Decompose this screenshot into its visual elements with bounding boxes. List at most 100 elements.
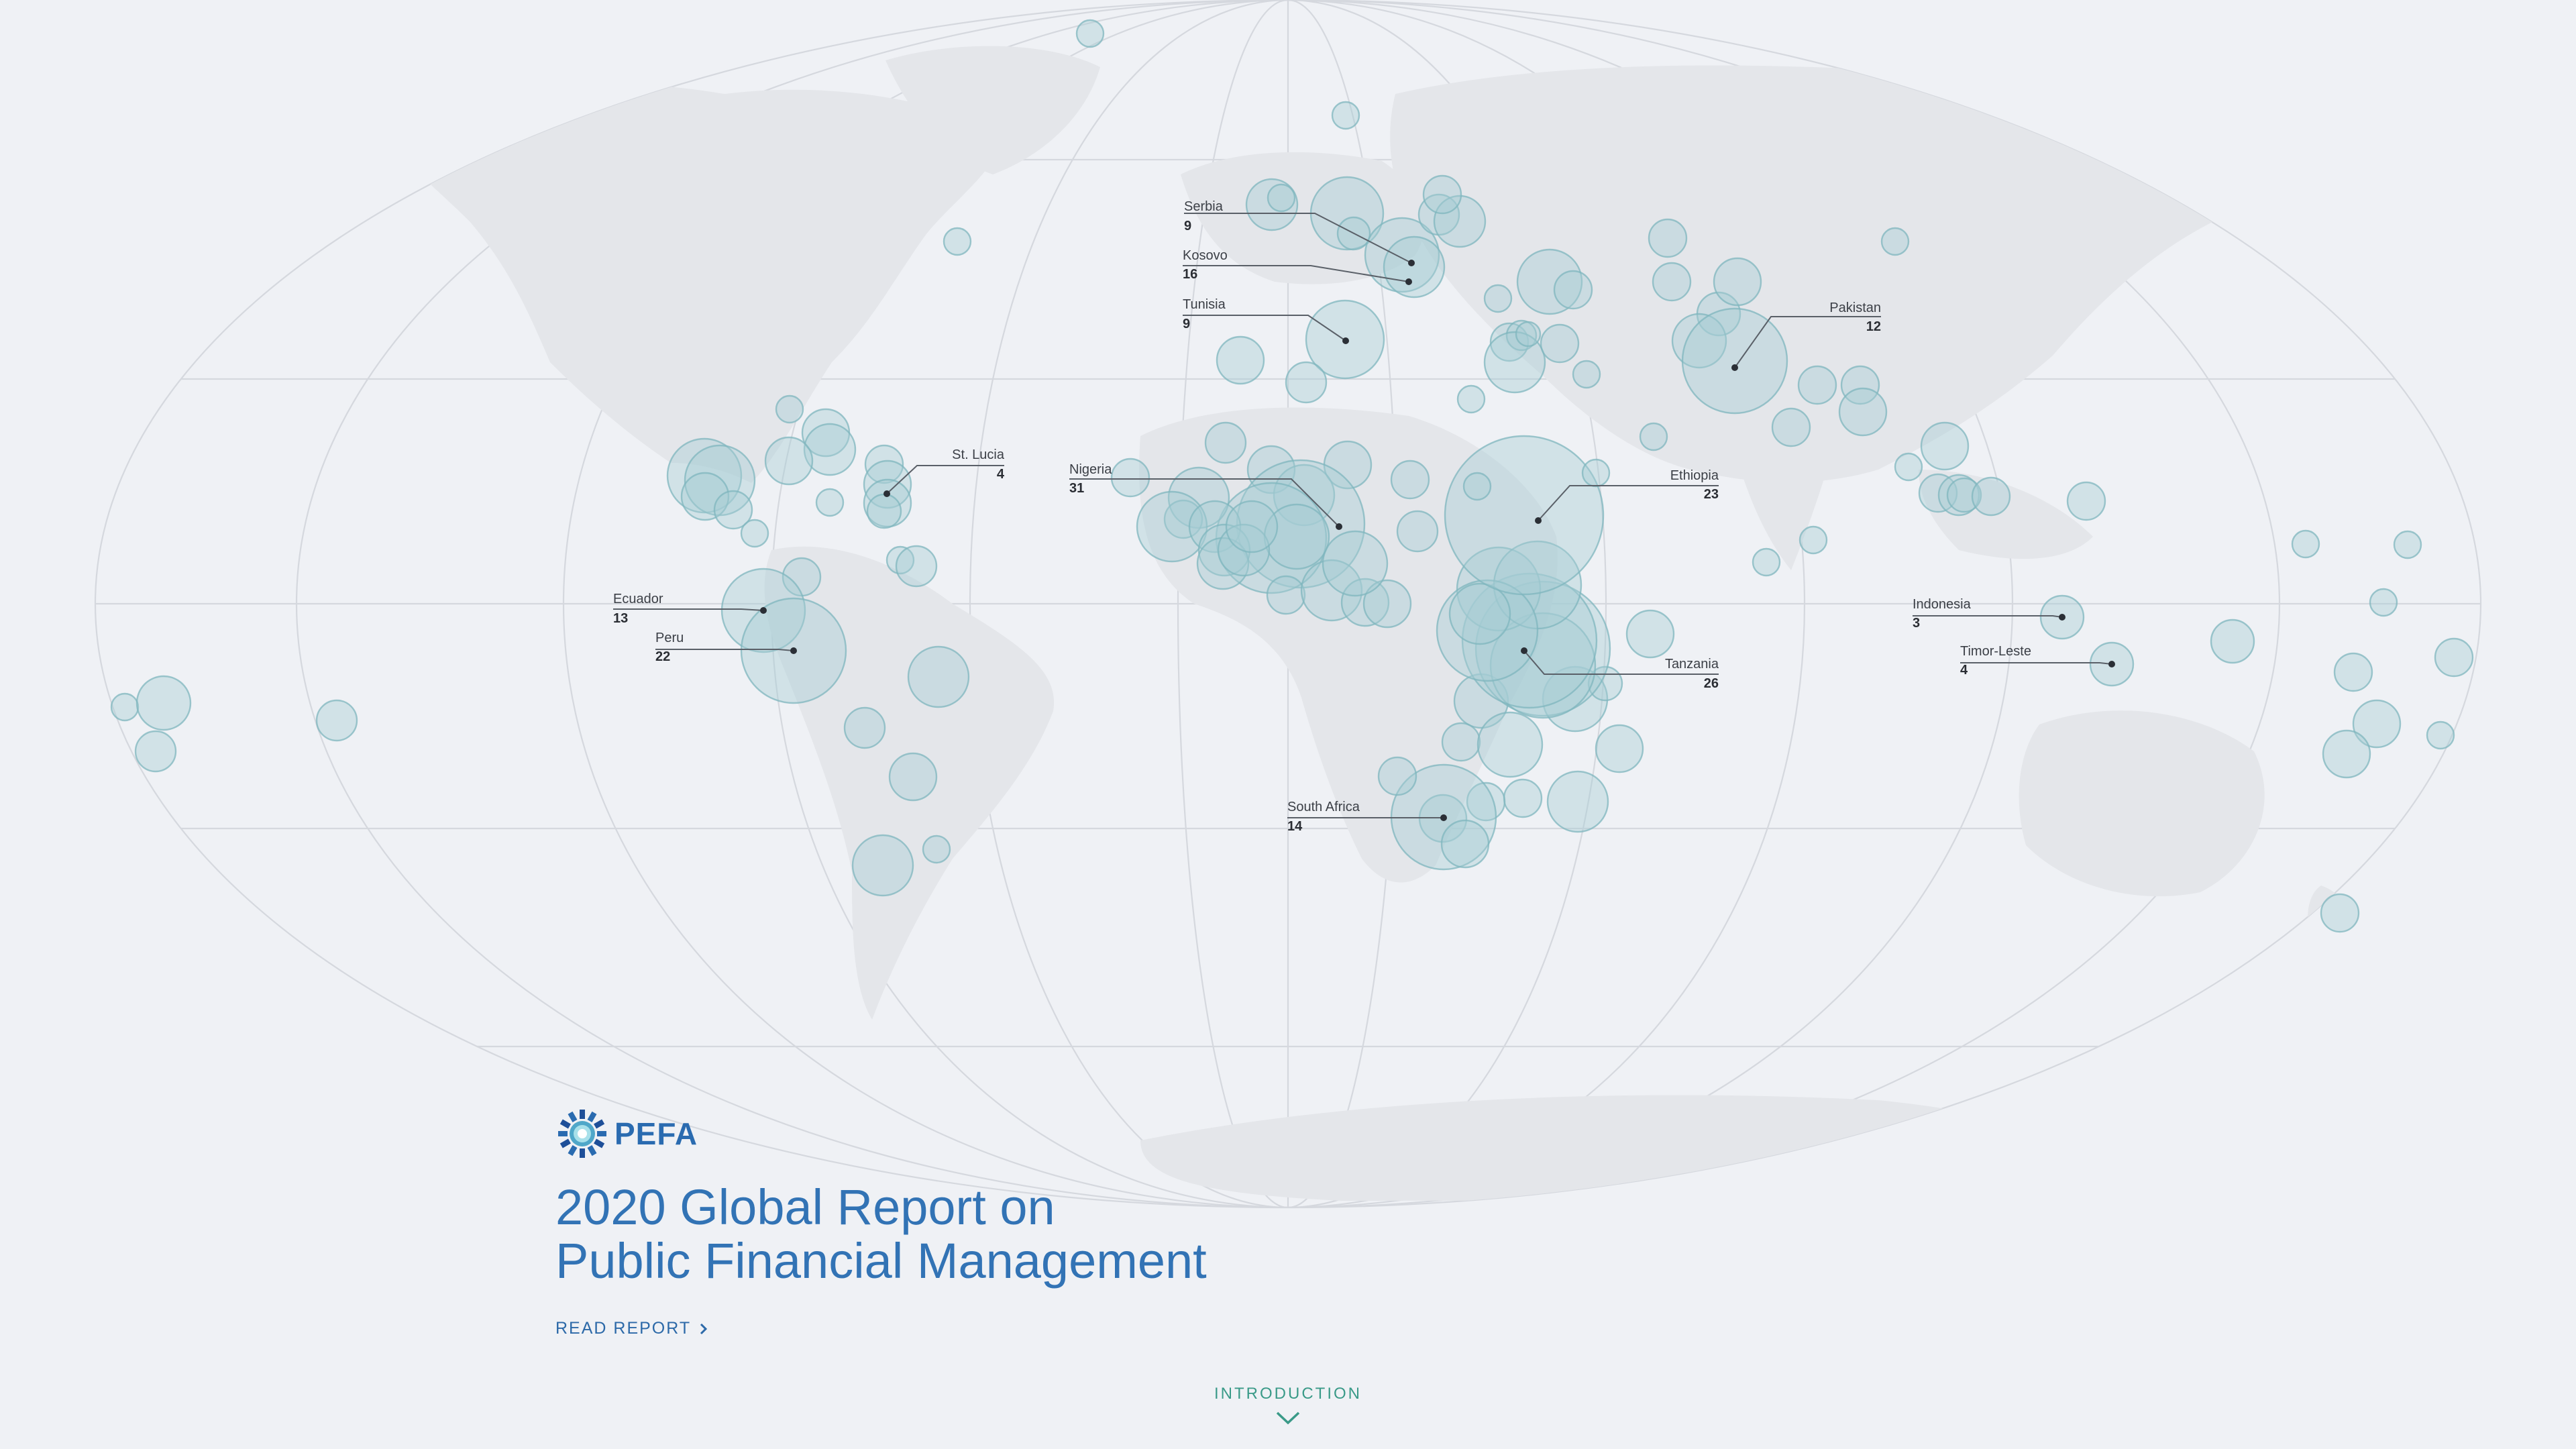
country-bubble[interactable] [1799,525,1828,555]
country-bubble[interactable] [1456,384,1486,414]
country-bubble[interactable] [1920,421,1970,471]
country-value: 31 [1069,481,1084,496]
country-bubble[interactable] [888,752,938,802]
country-name: Kosovo [1183,248,1228,263]
country-bubble[interactable] [1331,101,1360,130]
country-bubble[interactable] [2291,529,2320,559]
introduction-link[interactable]: INTRODUCTION [0,1385,2576,1426]
country-bubble[interactable] [136,675,192,731]
country-bubble[interactable] [1477,711,1544,778]
country-bubble[interactable] [1540,323,1580,364]
country-bubble[interactable] [866,493,902,529]
label-anchor-dot [760,607,767,614]
country-bubble[interactable] [740,519,769,548]
country-bubble[interactable] [1422,174,1462,215]
country-bubble[interactable] [1448,582,1511,645]
country-bubble[interactable] [1110,458,1150,498]
country-bubble[interactable] [1483,284,1513,313]
country-bubble[interactable] [1503,778,1543,818]
label-anchor-dot [883,490,890,497]
label-anchor-dot [1440,814,1447,821]
country-bubble[interactable] [1383,235,1446,299]
country-bubble[interactable] [1075,19,1105,48]
country-bubble[interactable] [1462,472,1492,501]
country-bubble[interactable] [843,706,886,749]
country-bubble[interactable] [1572,360,1601,389]
read-report-label: READ REPORT [555,1319,692,1338]
country-bubble[interactable] [1515,321,1542,347]
page-title: 2020 Global Report on Public Financial M… [555,1181,1207,1288]
country-bubble[interactable] [2320,893,2360,933]
country-bubble[interactable] [1322,530,1389,597]
country-bubble[interactable] [1396,510,1439,553]
country-bubble[interactable] [1752,547,1781,577]
country-value: 16 [1183,267,1197,282]
country-bubble[interactable] [1971,476,2011,517]
country-bubble[interactable] [1639,422,1668,451]
country-bubble[interactable] [1225,500,1279,553]
country-bubble[interactable] [1444,435,1605,596]
country-bubble[interactable] [907,645,970,708]
country-bubble[interactable] [1880,227,1910,256]
country-bubble[interactable] [2434,637,2474,678]
page-title-line-1: 2020 Global Report on [555,1179,1055,1235]
country-bubble[interactable] [775,394,804,424]
country-bubble[interactable] [1553,270,1593,310]
country-bubble[interactable] [1216,335,1265,385]
country-bubble[interactable] [1267,183,1296,213]
country-bubble[interactable] [1648,218,1688,258]
country-name: Serbia [1184,199,1224,214]
country-bubble[interactable] [1894,452,1923,482]
country-bubble[interactable] [922,835,951,864]
country-bubble[interactable] [1441,722,1481,762]
antarctica-land [1140,1095,2147,1201]
label-anchor-dot [1408,260,1415,266]
country-bubble[interactable] [1652,262,1692,302]
label-anchor-dot [2059,614,2065,621]
label-anchor-dot [790,647,797,654]
country-bubble[interactable] [1440,819,1490,869]
country-bubble[interactable] [1390,460,1430,500]
country-bubble[interactable] [1713,257,1762,307]
country-bubble[interactable] [1266,575,1306,615]
country-bubble[interactable] [1204,421,1247,464]
country-bubble[interactable] [1581,458,1611,488]
country-bubble[interactable] [134,730,177,773]
country-bubble[interactable] [315,699,358,742]
country-name: St. Lucia [952,447,1005,462]
read-report-link[interactable]: READ REPORT [555,1319,1207,1338]
country-bubble[interactable] [1625,609,1675,659]
label-anchor-dot [1342,337,1349,344]
country-bubble[interactable] [2393,530,2422,559]
country-bubble[interactable] [815,488,845,517]
country-value: 14 [1287,819,1303,834]
country-bubble[interactable] [1546,770,1609,833]
country-bubble[interactable] [2066,481,2106,521]
label-anchor-dot [1535,517,1542,524]
country-bubble[interactable] [2426,720,2455,750]
country-bubble[interactable] [1595,724,1644,773]
country-name: South Africa [1287,800,1360,814]
country-bubble[interactable] [2369,588,2398,617]
country-bubble[interactable] [1797,365,1837,405]
country-bubble[interactable] [895,545,938,588]
chevron-right-icon [700,1323,708,1334]
country-bubble[interactable] [1681,307,1788,415]
country-bubble[interactable] [1285,361,1328,404]
country-bubble[interactable] [943,227,972,256]
country-name: Ethiopia [1670,468,1719,483]
pefa-logo[interactable]: PEFA [555,1107,1207,1161]
label-anchor-dot [1521,647,1527,654]
country-bubble[interactable] [2210,619,2255,664]
country-bubble[interactable] [764,436,814,486]
country-bubble[interactable] [1838,387,1888,437]
country-bubble[interactable] [851,834,914,897]
country-bubble[interactable] [1771,407,1811,447]
country-bubble[interactable] [1377,756,1417,796]
country-bubble[interactable] [110,692,140,722]
country-bubble[interactable] [2333,652,2373,692]
country-name: Tanzania [1665,657,1719,672]
country-name: Pakistan [1829,301,1881,315]
country-bubble[interactable] [2322,729,2371,779]
north-america-land [376,82,1006,484]
